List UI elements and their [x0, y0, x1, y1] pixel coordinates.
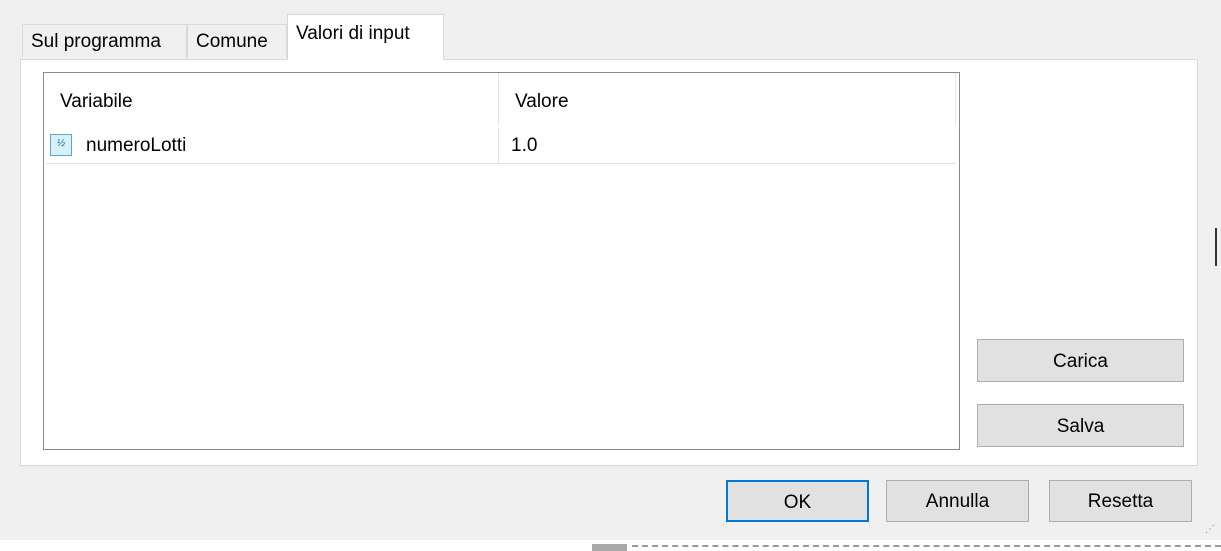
background-dashed-line — [632, 545, 1221, 547]
input-variables-list[interactable]: Variabile Valore ½ numeroLotti 1.0 — [43, 72, 960, 450]
tab-sul-programma[interactable]: Sul programma — [22, 24, 187, 58]
table-row[interactable]: ½ numeroLotti 1.0 — [46, 127, 956, 164]
column-header-valore[interactable]: Valore — [499, 73, 956, 125]
tab-valori-di-input[interactable]: Valori di input — [287, 14, 444, 60]
tab-comune[interactable]: Comune — [187, 24, 287, 58]
column-header-variabile[interactable]: Variabile — [44, 73, 499, 125]
ok-button[interactable]: OK — [726, 480, 869, 522]
variable-name: numeroLotti — [86, 135, 187, 156]
resize-grip-icon[interactable]: ⋰ — [1205, 524, 1215, 535]
load-button[interactable]: Carica — [977, 339, 1184, 382]
value-cell[interactable]: 1.0 — [511, 127, 537, 163]
background-edge — [1215, 228, 1217, 266]
input-parameters-dialog: Sul programma Comune Valori di input Var… — [0, 0, 1221, 540]
background-block — [592, 544, 627, 551]
save-button[interactable]: Salva — [977, 404, 1184, 447]
variable-icon: ½ — [50, 134, 72, 156]
list-header: Variabile Valore — [44, 73, 956, 125]
reset-button[interactable]: Resetta — [1049, 480, 1192, 522]
cancel-button[interactable]: Annulla — [886, 480, 1029, 522]
variable-cell: ½ numeroLotti — [46, 127, 499, 163]
